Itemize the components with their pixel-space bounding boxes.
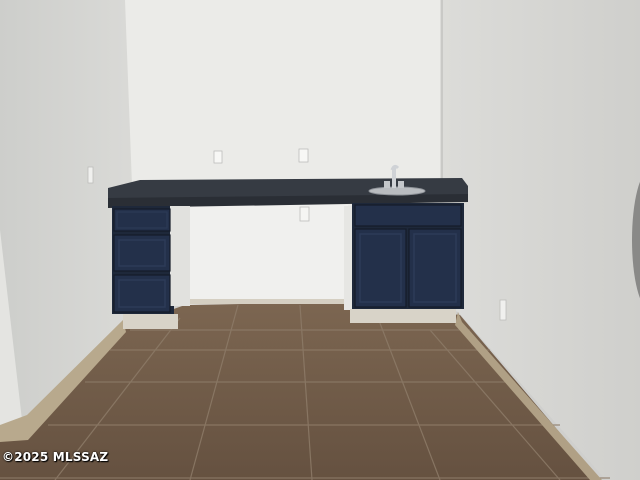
baseboard-back [190, 299, 346, 304]
sink-cabinet [344, 203, 464, 323]
counter-recess-wall [188, 205, 348, 302]
sink-basin [368, 186, 426, 196]
room-photo: ©2025 MLSSAZ [0, 0, 640, 480]
watermark-text: ©2025 MLSSAZ [2, 450, 109, 464]
room-illustration [0, 0, 640, 480]
